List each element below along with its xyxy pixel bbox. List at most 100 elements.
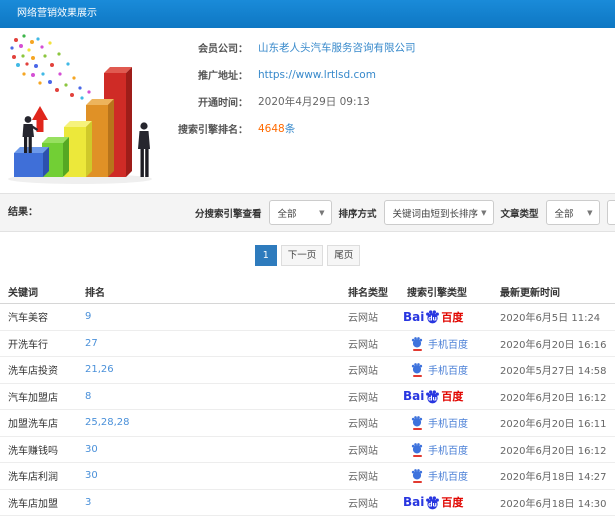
table-row: 加盟洗车店 25,28,28 云网站 手机百度 2020年6月20日 16:11: [0, 410, 615, 437]
table-row: 汽车美容 9 云网站 Bai du 百度 2020年6月5日 11:24: [0, 304, 615, 331]
member-company-row: 会员公司： 山东老人头汽车服务咨询有限公司: [170, 34, 610, 61]
baidu-mobile-paw-icon: [411, 468, 423, 484]
table-row: 汽车加盟店 8 云网站 Bai du 百度 2020年6月20日 16:12: [0, 384, 615, 410]
rank-link[interactable]: 25,28,28: [85, 417, 130, 428]
marketing-chart-image: [2, 30, 170, 188]
keyword-cell: 汽车美容: [8, 313, 48, 325]
chevron-down-icon: ▼: [587, 208, 593, 217]
pagination: 1 下一页 尾页: [0, 245, 615, 266]
engine-cell: 手机百度: [399, 336, 492, 351]
chevron-down-icon: ▼: [319, 208, 325, 217]
engine-cell: 手机百度: [399, 362, 492, 378]
confetti-dots: [10, 34, 91, 100]
baidu-paw-icon: du: [426, 390, 440, 404]
table-row: 洗车赚钱吗 30 云网站 手机百度 2020年6月20日 16:12: [0, 437, 615, 463]
updated-cell: 2020年6月18日 14:27: [500, 472, 607, 484]
baidu-paw-icon: du: [426, 310, 440, 324]
rank-link[interactable]: 30: [85, 470, 98, 481]
keyword-cell: 汽车加盟店: [8, 392, 58, 404]
member-company-link[interactable]: 山东老人头汽车服务咨询有限公司: [258, 42, 416, 54]
col-keyword: 关键词: [8, 288, 38, 299]
baidu-mobile-logo: 手机百度: [411, 468, 468, 484]
bar-chart-illustration: [8, 34, 152, 184]
rank-type-cell: 云网站: [348, 366, 378, 378]
updated-cell: 2020年5月27日 14:58: [500, 366, 607, 378]
svg-text:du: du: [428, 395, 437, 402]
ranking-count-unit[interactable]: 条: [285, 123, 296, 135]
page-header: 网络营销效果展示: [0, 0, 615, 28]
rank-link[interactable]: 21,26: [85, 364, 114, 375]
chevron-down-icon: ▼: [481, 208, 487, 217]
engine-cell: Bai du 百度: [399, 388, 492, 404]
results-table: 关键词 排名 排名类型 搜索引擎类型 最新更新时间 汽车美容 9 云网站 Bai…: [0, 280, 615, 516]
open-time-value: 2020年4月29日 09:13: [258, 96, 370, 108]
baidu-mobile-paw-icon: [411, 442, 423, 457]
engine-cell: 手机百度: [399, 442, 492, 457]
engine-cell: 手机百度: [399, 415, 492, 431]
type-filter-select[interactable]: 全部 ▼: [545, 200, 600, 225]
rank-link[interactable]: 9: [85, 311, 91, 322]
updated-cell: 2020年6月20日 16:12: [500, 392, 607, 404]
rank-type-cell: 云网站: [348, 472, 378, 484]
rank-type-cell: 云网站: [348, 339, 378, 351]
promo-url-label: 推广地址：: [198, 71, 248, 82]
sort-filter-label: 排序方式: [338, 208, 377, 220]
promo-url-row: 推广地址： https://www.lrtlsd.com: [170, 61, 610, 88]
rank-type-cell: 云网站: [348, 498, 378, 510]
engine-cell: Bai du 百度: [399, 309, 492, 325]
page-current[interactable]: 1: [254, 245, 277, 266]
open-time-row: 开通时间： 2020年4月29日 09:13: [170, 88, 610, 115]
updated-cell: 2020年6月20日 16:11: [500, 419, 607, 431]
member-company-label: 会员公司：: [198, 44, 248, 55]
type-filter-label: 文章类型: [500, 208, 539, 220]
baidu-mobile-logo: 手机百度: [411, 336, 468, 351]
member-info: 会员公司： 山东老人头汽车服务咨询有限公司 推广地址： https://www.…: [170, 34, 610, 142]
open-time-label: 开通时间：: [198, 98, 248, 109]
col-engine-type: 搜索引擎类型: [407, 288, 467, 299]
baidu-mobile-logo: 手机百度: [411, 415, 468, 431]
keyword-cell: 开洗车行: [8, 339, 48, 351]
submit-button[interactable]: 提交: [606, 200, 615, 225]
ranking-count-row: 搜索引擎排名： 4648条: [170, 115, 610, 142]
svg-text:du: du: [428, 501, 437, 508]
businessman-right: [138, 122, 150, 177]
baidu-mobile-paw-icon: [411, 336, 423, 351]
ranking-count-value: 4648: [258, 123, 285, 135]
rank-type-cell: 云网站: [348, 419, 378, 431]
filter-bar: 结果： 分搜索引擎查看 全部 ▼ 排序方式 关键词由短到长排序 ▼ 文章类型 全…: [0, 193, 615, 232]
col-rank: 排名: [85, 288, 105, 299]
baidu-mobile-paw-icon: [411, 415, 423, 431]
filter-controls: 分搜索引擎查看 全部 ▼ 排序方式 关键词由短到长排序 ▼ 文章类型 全部 ▼ …: [195, 194, 615, 231]
sort-filter-select[interactable]: 关键词由短到长排序 ▼: [383, 200, 494, 225]
page-last[interactable]: 尾页: [327, 245, 361, 266]
rank-type-cell: 云网站: [348, 392, 378, 404]
engine-cell: 手机百度: [399, 468, 492, 484]
table-header-row: 关键词 排名 排名类型 搜索引擎类型 最新更新时间: [0, 280, 615, 304]
table-row: 洗车店加盟 3 云网站 Bai du 百度 2020年6月18日 14:30: [0, 490, 615, 516]
rank-link[interactable]: 27: [85, 338, 98, 349]
engine-filter-label: 分搜索引擎查看: [195, 208, 262, 220]
updated-cell: 2020年6月5日 11:24: [500, 313, 601, 325]
page-next[interactable]: 下一页: [280, 245, 324, 266]
rank-link[interactable]: 8: [85, 391, 91, 402]
engine-cell: Bai du 百度: [399, 494, 492, 510]
updated-cell: 2020年6月20日 16:12: [500, 445, 607, 457]
result-section-label: 结果：: [8, 207, 38, 218]
page-title: 网络营销效果展示: [17, 8, 97, 19]
keyword-cell: 洗车赚钱吗: [8, 445, 58, 457]
engine-filter-select[interactable]: 全部 ▼: [268, 200, 332, 225]
baidu-logo: Bai du 百度: [403, 495, 464, 510]
rank-type-cell: 云网站: [348, 445, 378, 457]
keyword-cell: 洗车店加盟: [8, 498, 58, 510]
rank-link[interactable]: 30: [85, 444, 98, 455]
baidu-logo: Bai du 百度: [403, 389, 464, 404]
updated-cell: 2020年6月20日 16:16: [500, 339, 607, 351]
rank-link[interactable]: 3: [85, 497, 91, 508]
baidu-logo: Bai du 百度: [403, 309, 464, 324]
col-updated: 最新更新时间: [500, 288, 560, 299]
keyword-cell: 洗车店投资: [8, 366, 58, 378]
svg-text:du: du: [428, 316, 437, 323]
table-row: 洗车店利润 30 云网站 手机百度 2020年6月18日 14:27: [0, 463, 615, 490]
promo-url-link[interactable]: https://www.lrtlsd.com: [258, 69, 376, 81]
table-row: 开洗车行 27 云网站 手机百度 2020年6月20日 16:16: [0, 331, 615, 357]
